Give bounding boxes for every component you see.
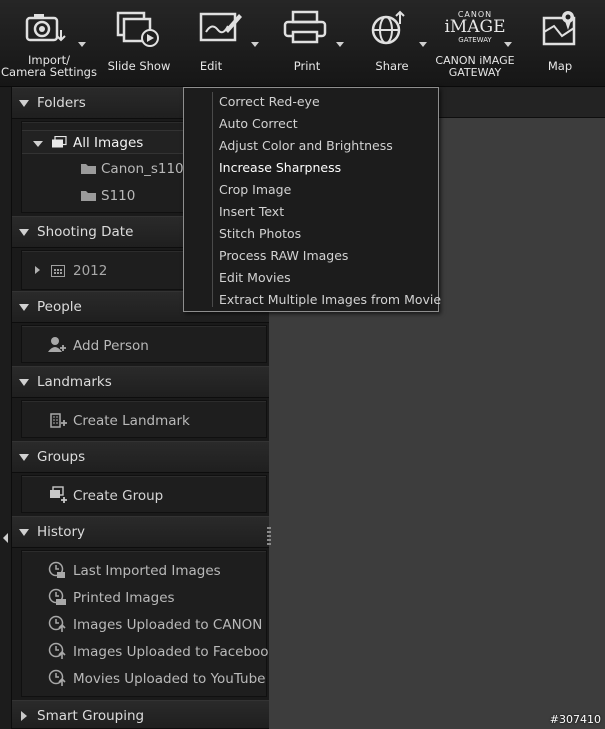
add-person-icon bbox=[48, 337, 66, 352]
create-landmark-button[interactable]: Create Landmark bbox=[48, 409, 258, 433]
clock-icon bbox=[48, 561, 65, 578]
folder-icon bbox=[81, 191, 96, 201]
folder-label: S110 bbox=[101, 188, 136, 204]
map-label: Map bbox=[547, 59, 573, 73]
share-globe-icon bbox=[371, 10, 405, 45]
map-button[interactable]: Map bbox=[536, 0, 584, 87]
calendar-icon bbox=[51, 265, 65, 277]
landmarks-body: Create Landmark bbox=[21, 400, 267, 438]
history-item-label: Images Uploaded to Faceboo bbox=[73, 644, 268, 660]
history-list: Last Imported Images Printed Images Imag… bbox=[21, 550, 268, 697]
collapsed-arrow-icon bbox=[35, 266, 40, 274]
expand-arrow-icon bbox=[19, 229, 29, 236]
history-item[interactable]: Movies Uploaded to YouTube bbox=[48, 667, 268, 691]
menu-item-insert-text[interactable]: Insert Text bbox=[219, 204, 284, 226]
history-section-header[interactable]: History bbox=[12, 516, 269, 548]
menu-item-increase-sharpness[interactable]: Increase Sharpness bbox=[219, 160, 341, 182]
share-button[interactable]: Share bbox=[366, 0, 427, 87]
clock-upload-icon bbox=[48, 642, 66, 659]
import-label-line2: Camera Settings bbox=[1, 65, 97, 79]
expand-arrow-icon bbox=[19, 379, 29, 386]
create-group-button[interactable]: Create Group bbox=[48, 484, 258, 508]
create-landmark-label: Create Landmark bbox=[73, 413, 190, 429]
gateway-dropdown-caret[interactable] bbox=[504, 42, 512, 47]
main-toolbar: Import/ Camera Settings Slide Show Edit … bbox=[0, 0, 605, 87]
all-images-label: All Images bbox=[73, 135, 144, 151]
clock-upload-icon bbox=[48, 615, 66, 632]
share-dropdown-caret[interactable] bbox=[419, 42, 427, 47]
people-title: People bbox=[37, 299, 82, 315]
edit-dropdown-caret[interactable] bbox=[251, 42, 259, 47]
map-icon bbox=[542, 11, 576, 46]
history-item[interactable]: Images Uploaded to Faceboo bbox=[48, 640, 268, 664]
groups-section-header[interactable]: Groups bbox=[12, 441, 269, 473]
camera-import-icon bbox=[25, 14, 66, 42]
printer-icon bbox=[283, 10, 327, 44]
history-title: History bbox=[37, 524, 86, 540]
menu-item-edit-movies[interactable]: Edit Movies bbox=[219, 270, 291, 292]
history-item-label: Printed Images bbox=[73, 590, 175, 606]
print-button[interactable]: Print bbox=[278, 0, 344, 87]
clock-upload-icon bbox=[48, 669, 66, 686]
folders-title: Folders bbox=[37, 95, 86, 111]
smart-grouping-section-header[interactable]: Smart Grouping bbox=[12, 700, 269, 729]
create-group-label: Create Group bbox=[73, 488, 164, 504]
print-label: Print bbox=[293, 59, 321, 73]
expand-arrow-icon bbox=[19, 529, 29, 536]
share-label: Share bbox=[375, 59, 409, 73]
groups-body: Create Group bbox=[21, 475, 267, 513]
expand-arrow-icon bbox=[19, 454, 29, 461]
menu-item-process-raw-images[interactable]: Process RAW Images bbox=[219, 248, 348, 270]
menu-item-adjust-color-brightness[interactable]: Adjust Color and Brightness bbox=[219, 138, 393, 160]
panel-resize-grip[interactable] bbox=[267, 527, 271, 549]
edit-label: Edit bbox=[199, 59, 223, 73]
import-camera-settings-button[interactable]: Import/ Camera Settings bbox=[0, 0, 98, 87]
slideshow-icon bbox=[116, 11, 159, 47]
edit-dropdown-menu: Correct Red-eye Auto Correct Adjust Colo… bbox=[183, 87, 441, 314]
year-label: 2012 bbox=[73, 263, 108, 279]
people-body: Add Person bbox=[21, 325, 267, 363]
panel-collapse-strip[interactable] bbox=[0, 87, 12, 729]
folder-label: Canon_s110 bbox=[101, 161, 184, 177]
create-group-icon bbox=[50, 486, 67, 503]
history-item-label: Movies Uploaded to YouTube bbox=[73, 671, 266, 687]
print-dropdown-caret[interactable] bbox=[336, 42, 344, 47]
edit-icon bbox=[199, 12, 242, 42]
history-item[interactable]: Images Uploaded to CANON bbox=[48, 613, 268, 637]
slideshow-label: Slide Show bbox=[107, 59, 171, 73]
add-person-button[interactable]: Add Person bbox=[48, 334, 258, 358]
expand-arrow-icon bbox=[19, 100, 29, 107]
edit-button[interactable]: Edit bbox=[188, 0, 259, 87]
shooting-date-title: Shooting Date bbox=[37, 224, 134, 240]
history-item[interactable]: Last Imported Images bbox=[48, 559, 268, 583]
menu-item-stitch-photos[interactable]: Stitch Photos bbox=[219, 226, 301, 248]
history-item-label: Images Uploaded to CANON bbox=[73, 617, 263, 633]
history-item[interactable]: Printed Images bbox=[48, 586, 268, 610]
expand-arrow-icon bbox=[19, 304, 29, 311]
landmark-building-icon bbox=[50, 413, 67, 428]
stacked-images-icon bbox=[52, 136, 67, 148]
slideshow-button[interactable]: Slide Show bbox=[103, 0, 175, 87]
image-id-watermark: #307410 bbox=[549, 713, 601, 726]
landmarks-section-header[interactable]: Landmarks bbox=[12, 366, 269, 398]
collapsed-arrow-icon bbox=[21, 711, 27, 721]
groups-title: Groups bbox=[37, 449, 86, 465]
menu-gutter bbox=[212, 92, 213, 307]
gateway-label-line2: GATEWAY bbox=[448, 66, 502, 79]
menu-item-crop-image[interactable]: Crop Image bbox=[219, 182, 291, 204]
clock-printer-icon bbox=[48, 588, 66, 605]
menu-item-correct-red-eye[interactable]: Correct Red-eye bbox=[219, 94, 320, 116]
menu-item-extract-images-from-movie[interactable]: Extract Multiple Images from Movie bbox=[219, 292, 441, 314]
history-item-label: Last Imported Images bbox=[73, 563, 221, 579]
menu-item-auto-correct[interactable]: Auto Correct bbox=[219, 116, 298, 138]
canon-image-gateway-button[interactable]: CANON iMAGE GATEWAY CANON iMAGE GATEWAY bbox=[432, 0, 518, 87]
import-dropdown-caret[interactable] bbox=[78, 42, 86, 47]
add-person-label: Add Person bbox=[73, 338, 149, 354]
canon-image-gateway-logo: CANON iMAGE GATEWAY bbox=[444, 10, 506, 44]
landmarks-title: Landmarks bbox=[37, 374, 112, 390]
collapse-left-arrow-icon[interactable] bbox=[3, 533, 9, 543]
expand-arrow-icon bbox=[33, 141, 43, 147]
smart-grouping-title: Smart Grouping bbox=[37, 708, 145, 724]
folder-icon bbox=[81, 164, 96, 174]
